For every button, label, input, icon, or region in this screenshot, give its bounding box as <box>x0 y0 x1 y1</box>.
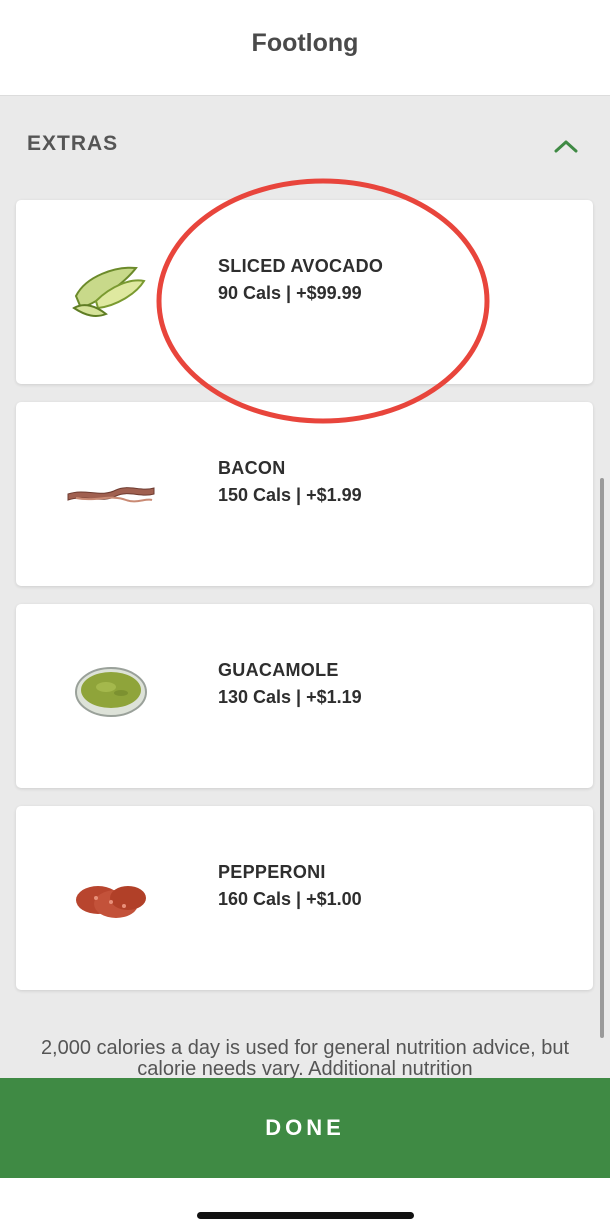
item-name: GUACAMOLE <box>218 660 339 680</box>
extra-item-card[interactable]: SLICED AVOCADO 90 Cals | +$99.99 <box>16 200 593 384</box>
chevron-up-icon[interactable] <box>553 138 579 154</box>
bottom-safe-area <box>0 1178 610 1232</box>
item-name: PEPPERONI <box>218 862 326 882</box>
done-label: DONE <box>265 1115 345 1140</box>
avocado-image <box>72 266 146 317</box>
item-name: BACON <box>218 458 286 478</box>
done-button[interactable]: DONE <box>0 1078 610 1178</box>
extra-item-card[interactable]: GUACAMOLE 130 Cals | +$1.19 <box>16 604 593 788</box>
nutrition-disclaimer: 2,000 calories a day is used for general… <box>40 1038 570 1078</box>
home-indicator[interactable] <box>197 1212 414 1219</box>
item-info: 150 Cals | +$1.99 <box>218 485 362 505</box>
item-info: 90 Cals | +$99.99 <box>218 283 362 303</box>
item-info: 130 Cals | +$1.19 <box>218 687 362 707</box>
section-title: EXTRAS <box>27 132 119 155</box>
page-title: Footlong <box>251 29 359 57</box>
bacon-image <box>67 487 155 503</box>
extras-section-header[interactable]: EXTRAS <box>0 96 610 192</box>
pepperoni-image <box>76 886 146 918</box>
extra-item-card[interactable]: PEPPERONI 160 Cals | +$1.00 <box>16 806 593 990</box>
scrollbar[interactable] <box>600 478 604 1038</box>
top-header: Footlong <box>0 0 610 96</box>
extra-item-card[interactable]: BACON 150 Cals | +$1.99 <box>16 402 593 586</box>
item-name: SLICED AVOCADO <box>218 256 384 276</box>
guacamole-image <box>75 667 147 717</box>
item-info: 160 Cals | +$1.00 <box>218 889 362 909</box>
